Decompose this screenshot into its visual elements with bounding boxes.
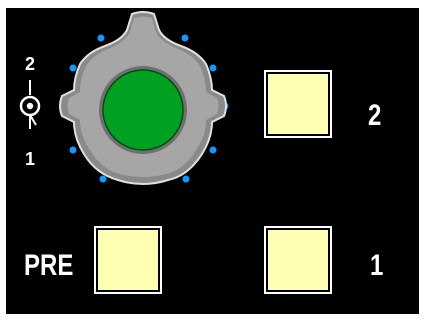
control-panel: 2 1 2 PRE 1 (6, 8, 419, 314)
led-dot (69, 64, 77, 72)
led-dot (209, 64, 217, 72)
input-2-label: 2 (368, 99, 382, 132)
selector-position-1-label: 1 (24, 149, 35, 169)
input-1-label: 1 (370, 249, 384, 282)
selector-knob[interactable] (59, 11, 227, 185)
led-dot (209, 146, 217, 154)
selector-position-2-label: 2 (24, 54, 35, 74)
pre-label: PRE (24, 249, 74, 282)
led-dot (99, 175, 107, 183)
led-dot (69, 146, 77, 154)
input-selector-icon (19, 80, 41, 129)
input-1-button[interactable] (264, 226, 332, 294)
input-2-button[interactable] (264, 70, 332, 138)
led-dot (181, 34, 189, 42)
led-dot (97, 34, 105, 42)
pre-button[interactable] (94, 226, 162, 294)
led-dot (182, 175, 190, 183)
